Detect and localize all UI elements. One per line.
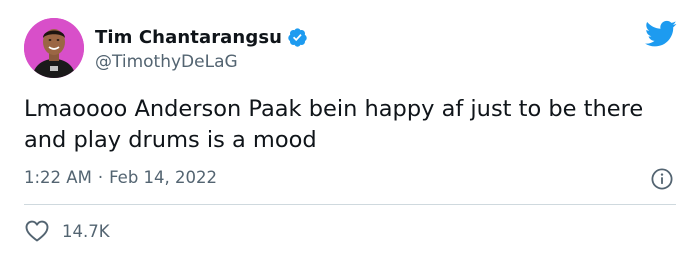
like-count: 14.7K	[62, 221, 110, 241]
tweet-time[interactable]: 1:22 AM	[24, 168, 92, 187]
heart-icon[interactable]	[24, 219, 50, 243]
author-name-row: Tim Chantarangsu	[95, 24, 308, 50]
author-display-name[interactable]: Tim Chantarangsu	[95, 27, 282, 48]
avatar[interactable]	[24, 18, 84, 78]
tweet-timestamp: 1:22 AM · Feb 14, 2022	[24, 168, 217, 187]
like-button[interactable]: 14.7K	[24, 219, 110, 243]
twitter-bird-icon[interactable]	[644, 20, 677, 48]
timestamp-separator: ·	[97, 168, 104, 187]
tweet-card: Tim Chantarangsu @TimothyDeLaG Lmaoooo A…	[0, 0, 700, 257]
tweet-text: Lmaoooo Anderson Paak bein happy af just…	[24, 96, 644, 153]
author-handle[interactable]: @TimothyDeLaG	[95, 52, 238, 72]
avatar-photo	[24, 18, 84, 78]
verified-badge-icon	[287, 27, 308, 48]
divider	[24, 204, 676, 205]
tweet-date[interactable]: Feb 14, 2022	[109, 168, 217, 187]
info-icon[interactable]	[651, 168, 673, 190]
